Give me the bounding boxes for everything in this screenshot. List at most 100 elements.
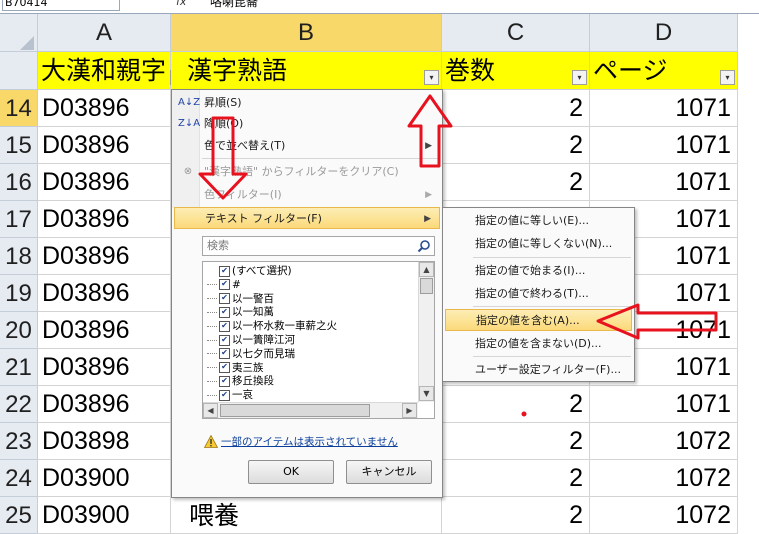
table-cell-a[interactable]: D03896 xyxy=(38,349,171,386)
filter-search-input[interactable]: 検索 xyxy=(202,236,435,256)
scroll-thumb[interactable] xyxy=(220,404,370,417)
submenu-item-custom-filter[interactable]: ユーザー設定フィルター(F)... xyxy=(445,359,632,381)
list-item[interactable]: ✔ # xyxy=(207,279,241,293)
submenu-item-not-contains[interactable]: 指定の値を含まない(D)... xyxy=(445,333,632,355)
row-header[interactable]: 15 xyxy=(0,127,38,164)
table-cell-a[interactable]: D03896 xyxy=(38,164,171,201)
row-header[interactable]: 19 xyxy=(0,275,38,312)
row-header[interactable]: 25 xyxy=(0,497,38,534)
table-cell-d[interactable]: 1071 xyxy=(590,90,738,127)
list-item[interactable]: ✔ 一哀 xyxy=(207,389,253,403)
fx-icon[interactable]: fx xyxy=(176,0,200,11)
submenu-item-not-equals[interactable]: 指定の値に等しくない(N)... xyxy=(445,233,632,255)
table-cell-a[interactable]: D03896 xyxy=(38,201,171,238)
table-cell-d[interactable]: 1071 xyxy=(590,127,738,164)
filter-button-c[interactable]: ▾ xyxy=(572,70,587,85)
list-item[interactable]: ✔ 以一警百 xyxy=(207,293,274,307)
header-cell-a[interactable]: 大漢和親字 xyxy=(38,52,171,90)
table-cell-d[interactable]: 1072 xyxy=(590,497,738,534)
table-cell-c[interactable]: 2 xyxy=(442,423,590,460)
table-cell-d[interactable]: 1072 xyxy=(590,423,738,460)
checkbox-checked-icon[interactable]: ✔ xyxy=(219,375,230,387)
table-cell-c[interactable]: 2 xyxy=(442,497,590,534)
table-cell-a[interactable]: D03900 xyxy=(38,497,171,534)
row-header[interactable]: 24 xyxy=(0,460,38,497)
column-header-b[interactable]: B xyxy=(171,14,442,52)
table-cell-a[interactable]: D03896 xyxy=(38,275,171,312)
list-item[interactable]: ✔ 以七夕而見瑞 xyxy=(207,348,295,362)
table-cell-b[interactable]: 喂養 xyxy=(171,497,442,534)
list-item[interactable]: ✔ 以一杯水救一車薪之火 xyxy=(207,320,337,334)
list-item[interactable]: ✔ 以一簣障江河 xyxy=(207,334,295,348)
menu-item-clear-filter[interactable]: ⊗ "漢字熟語" からフィルターをクリア(C) xyxy=(174,161,440,183)
checkbox-checked-icon[interactable]: ✔ xyxy=(219,389,230,401)
ok-button[interactable]: OK xyxy=(248,460,334,484)
row-header[interactable]: 18 xyxy=(0,238,38,275)
menu-item-color-filter[interactable]: 色フィルター(I) ▶ xyxy=(174,184,440,206)
checkbox-checked-icon[interactable]: ✔ xyxy=(219,320,230,332)
formula-content[interactable]: 咯喇昆崙 xyxy=(210,0,750,11)
checkbox-checked-icon[interactable]: ✔ xyxy=(219,306,230,318)
table-cell-c[interactable]: 2 xyxy=(442,460,590,497)
column-header-c[interactable]: C xyxy=(442,14,590,52)
row-header[interactable]: 23 xyxy=(0,423,38,460)
column-header-d[interactable]: D xyxy=(590,14,738,52)
scroll-right-icon[interactable]: ▶ xyxy=(402,403,417,418)
list-item[interactable]: ✔ (すべて選択) xyxy=(207,265,292,279)
scroll-up-icon[interactable]: ▲ xyxy=(419,262,434,277)
cancel-button[interactable]: キャンセル xyxy=(346,460,432,484)
submenu-item-contains[interactable]: 指定の値を含む(A)... xyxy=(445,309,632,331)
row-header[interactable]: 16 xyxy=(0,164,38,201)
row-header[interactable]: 20 xyxy=(0,312,38,349)
list-item[interactable]: ✔ 移丘換段 xyxy=(207,375,274,389)
menu-item-sort-by-color[interactable]: 色で並べ替え(T) ▶ xyxy=(174,135,440,157)
row-header[interactable]: 14 xyxy=(0,90,38,127)
table-cell-a[interactable]: D03896 xyxy=(38,312,171,349)
list-vertical-scrollbar[interactable]: ▲ ▼ xyxy=(418,262,434,402)
table-cell-a[interactable]: D03898 xyxy=(38,423,171,460)
header-cell-d[interactable]: ページ xyxy=(590,52,738,90)
table-cell-c[interactable]: 2 xyxy=(442,127,590,164)
table-cell-a[interactable]: D03896 xyxy=(38,386,171,423)
row-header[interactable]: 17 xyxy=(0,201,38,238)
list-horizontal-scrollbar[interactable]: ◀ ▶ xyxy=(203,402,418,418)
row-header-empty[interactable] xyxy=(0,52,38,90)
scroll-down-icon[interactable]: ▼ xyxy=(419,386,434,401)
table-cell-d[interactable]: 1071 xyxy=(590,386,738,423)
scroll-left-icon[interactable]: ◀ xyxy=(203,403,218,418)
menu-item-text-filter[interactable]: テキスト フィルター(F) ▶ xyxy=(174,207,440,229)
header-cell-a-label: 大漢和親字 xyxy=(41,56,167,85)
submenu-item-begins-with[interactable]: 指定の値で始まる(I)... xyxy=(445,260,632,282)
filter-button-d[interactable]: ▾ xyxy=(720,70,735,85)
table-cell-a[interactable]: D03896 xyxy=(38,127,171,164)
header-cell-b[interactable]: 漢字熟語 xyxy=(171,52,442,90)
table-cell-a[interactable]: D03900 xyxy=(38,460,171,497)
list-item[interactable]: ✔ 夷三族 xyxy=(207,362,264,376)
checkbox-checked-icon[interactable]: ✔ xyxy=(219,348,230,360)
checkbox-checked-icon[interactable]: ✔ xyxy=(219,362,230,374)
scroll-thumb[interactable] xyxy=(420,278,433,294)
row-header[interactable]: 22 xyxy=(0,386,38,423)
row-header[interactable]: 21 xyxy=(0,349,38,386)
table-cell-c[interactable]: 2 xyxy=(442,164,590,201)
hidden-items-warning[interactable]: 一部のアイテムは表示されていません xyxy=(204,434,436,450)
menu-item-sort-descending[interactable]: Z↓A 降順(O) xyxy=(174,113,440,135)
checkbox-checked-icon[interactable]: ✔ xyxy=(219,293,230,305)
list-item[interactable]: ✔ 以一知萬 xyxy=(207,306,274,320)
table-cell-c[interactable]: 2 xyxy=(442,90,590,127)
table-cell-d[interactable]: 1072 xyxy=(590,460,738,497)
checkbox-checked-icon[interactable]: ✔ xyxy=(219,279,230,291)
checkbox-checked-icon[interactable]: ✔ xyxy=(219,265,230,277)
name-box[interactable]: B70414 xyxy=(2,0,120,11)
submenu-item-equals[interactable]: 指定の値に等しい(E)... xyxy=(445,210,632,232)
column-header-a[interactable]: A xyxy=(38,14,171,52)
table-cell-a[interactable]: D03896 xyxy=(38,238,171,275)
submenu-item-ends-with[interactable]: 指定の値で終わる(T)... xyxy=(445,283,632,305)
table-cell-c[interactable]: 2 xyxy=(442,386,590,423)
menu-item-sort-ascending[interactable]: A↓Z 昇順(S) xyxy=(174,92,440,114)
table-cell-d[interactable]: 1071 xyxy=(590,164,738,201)
checkbox-checked-icon[interactable]: ✔ xyxy=(219,334,230,346)
header-cell-c[interactable]: 巻数 xyxy=(442,52,590,90)
table-cell-a[interactable]: D03896 xyxy=(38,90,171,127)
filter-button-b[interactable]: ▾ xyxy=(424,70,439,85)
